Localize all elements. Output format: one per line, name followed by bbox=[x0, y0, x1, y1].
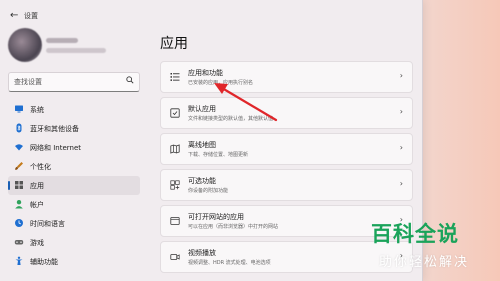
watermark-sub-text: 助你轻松解决 bbox=[379, 255, 470, 270]
watermark-main-text: 百科全说 bbox=[371, 222, 459, 246]
watermark: 百科全说 助你轻松解决 bbox=[371, 218, 496, 276]
